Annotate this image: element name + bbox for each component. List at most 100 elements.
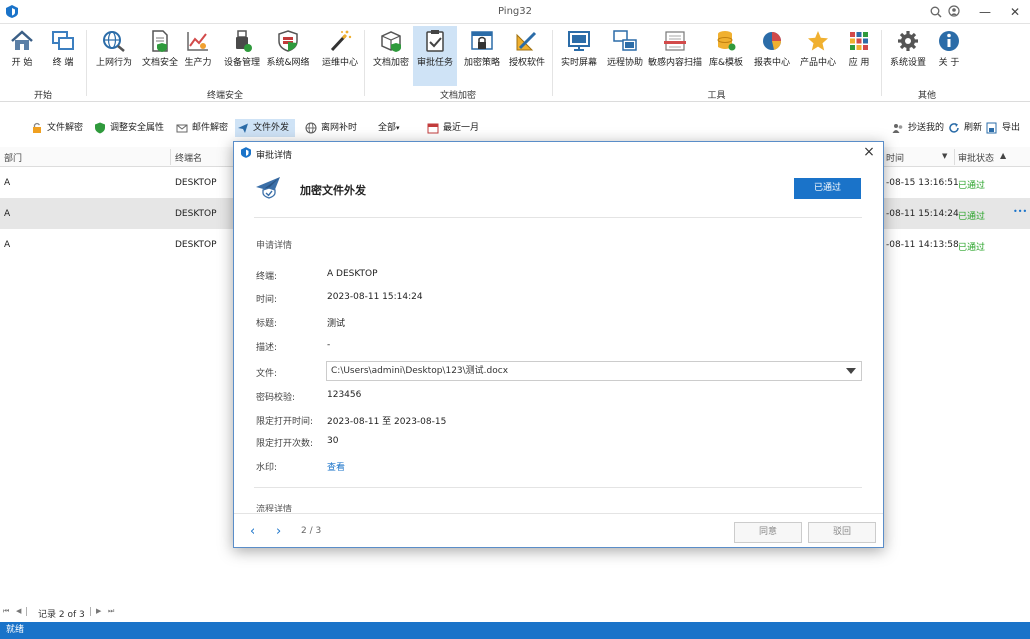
search-icon[interactable] [930, 6, 942, 18]
ribbon-about-button[interactable]: 关 于 [927, 28, 971, 78]
column-header-status[interactable]: 审批状态 [958, 151, 994, 164]
send-icon [238, 123, 248, 133]
first-page-icon[interactable]: ⏮ [3, 607, 9, 616]
people-icon [892, 124, 903, 133]
dialog-close-button[interactable]: × [860, 144, 878, 160]
shield-icon [95, 122, 105, 134]
star-icon [808, 31, 828, 51]
terminal-value: A DESKTOP [327, 269, 378, 279]
ribbon-internet-behavior-button[interactable]: 上网行为 [92, 28, 136, 78]
description-label: 描述: [256, 343, 278, 353]
time-value: 2023-08-11 15:14:24 [327, 292, 423, 302]
file-decrypt-tab[interactable]: 文件解密 [29, 119, 83, 137]
status-text: 就绪 [6, 625, 25, 635]
info-icon [939, 31, 959, 51]
ribbon-document-encryption-button[interactable]: 文档加密 [369, 28, 413, 78]
filter-all-dropdown[interactable]: 全部▾ [362, 119, 400, 137]
dialog-title: 审批详情 [256, 151, 293, 161]
ruler-pencil-icon [516, 31, 537, 51]
ribbon-live-screen-button[interactable]: 实时屏幕 [557, 28, 601, 78]
subject-value: 测试 [327, 319, 346, 329]
ribbon-approval-tasks-button[interactable]: 审批任务 [413, 26, 457, 86]
ribbon-operations-center-button[interactable]: 运维中心 [318, 28, 362, 78]
last-page-icon[interactable]: ⏭ [108, 607, 114, 616]
export-button[interactable]: 导出 [984, 119, 1020, 137]
minimize-button[interactable]: — [970, 0, 1000, 24]
column-header-terminal[interactable]: 终端名 [175, 151, 202, 164]
ribbon-authorized-software-button[interactable]: 授权软件 [505, 28, 549, 78]
ribbon-encryption-policy-button[interactable]: 加密策略 [460, 28, 504, 78]
mail-decrypt-tab[interactable]: 邮件解密 [174, 119, 228, 137]
open-time-label: 限定打开时间: [256, 417, 314, 427]
request-type-title: 加密文件外发 [300, 184, 366, 197]
ribbon-device-management-button[interactable]: 设备管理 [220, 28, 264, 78]
cell-time: -08-11 14:13:58 [886, 240, 959, 250]
date-range-picker[interactable]: 最近一月 [425, 119, 479, 137]
screen-icon [568, 31, 590, 51]
cc-me-button[interactable]: 抄送我的 [890, 119, 944, 137]
terminal-label: 终端: [256, 272, 278, 282]
cell-dept: A [4, 240, 11, 250]
ribbon-library-template-button[interactable]: 库&模板 [704, 28, 748, 78]
watermark-view-link[interactable]: 查看 [327, 460, 345, 473]
file-select[interactable]: C:\Users\admini\Desktop\123\测试.docx [326, 361, 862, 381]
mail-icon [176, 124, 188, 133]
divider [254, 487, 862, 488]
group-divider [364, 30, 365, 96]
offline-extension-tab[interactable]: 离网补时 [303, 119, 357, 137]
file-label: 文件: [256, 369, 278, 379]
row-more-button[interactable]: ••• [1013, 207, 1027, 216]
column-header-dept[interactable]: 部门 [4, 151, 22, 164]
monitor-icon [52, 31, 74, 50]
file-outbound-tab[interactable]: 文件外发 [235, 119, 296, 137]
ribbon-product-center-button[interactable]: 产品中心 [796, 28, 840, 78]
ribbon-sensitive-scan-button[interactable]: 敏感内容扫描 [647, 28, 703, 78]
pager: ⏮ ◀ | 记录 2 of 3 | ▶ ⏭ [0, 606, 240, 620]
ribbon-report-center-button[interactable]: 报表中心 [750, 28, 794, 78]
adjust-security-attr-tab[interactable]: 调整安全属性 [92, 119, 164, 137]
next-page-icon[interactable]: ▶ [96, 607, 101, 615]
prev-record-chevron-icon[interactable]: ‹ [250, 524, 255, 539]
ribbon-system-settings-button[interactable]: 系统设置 [886, 28, 930, 78]
flow-detail-section-title: 流程详情 [256, 505, 293, 512]
group-divider [881, 30, 882, 96]
reject-button[interactable]: 驳回 [808, 522, 876, 543]
pager-divider: | [25, 607, 29, 617]
password-label: 密码校验: [256, 393, 296, 403]
refresh-button[interactable]: 刷新 [946, 119, 982, 137]
record-page-indicator: 2 / 3 [301, 526, 322, 536]
calendar-icon [427, 123, 439, 134]
pager-record-text: 记录 2 of 3 [38, 610, 85, 620]
ribbon-system-network-button[interactable]: 系统&网络 [266, 28, 310, 78]
ribbon-remote-assist-button[interactable]: 远程协助 [603, 28, 647, 78]
column-header-time[interactable]: 时间 [886, 151, 904, 164]
group-divider [86, 30, 87, 96]
ribbon-productivity-button[interactable]: 生产力 [176, 28, 220, 78]
group-divider [552, 30, 553, 96]
usb-icon [236, 30, 252, 52]
approve-button[interactable]: 同意 [734, 522, 802, 543]
window-title: Ping32 [498, 6, 532, 17]
open-count-value: 30 [327, 436, 339, 446]
dropdown-arrow-icon [846, 368, 856, 374]
next-record-chevron-icon[interactable]: › [276, 524, 281, 539]
column-divider[interactable] [954, 149, 955, 165]
sort-desc-icon[interactable]: ▼ [942, 152, 947, 160]
dialog-logo-icon [241, 147, 251, 158]
prev-page-icon[interactable]: ◀ [16, 607, 21, 615]
column-divider[interactable] [170, 149, 171, 165]
cell-terminal: DESKTOP [175, 209, 217, 219]
close-window-button[interactable]: ✕ [1000, 0, 1030, 24]
status-bar: 就绪 [0, 622, 1030, 639]
export-icon [986, 122, 997, 134]
cell-terminal: DESKTOP [175, 178, 217, 188]
magic-wand-icon [330, 30, 352, 52]
user-icon[interactable] [948, 5, 960, 18]
refresh-icon [949, 123, 959, 133]
time-label: 时间: [256, 295, 278, 305]
ribbon-apps-button[interactable]: 应 用 [837, 28, 881, 78]
divider [254, 217, 862, 218]
ribbon-terminal-button[interactable]: 终 端 [41, 28, 85, 78]
sort-asc-icon[interactable]: ▲ [1000, 151, 1006, 160]
ribbon-start-button[interactable]: 开 始 [0, 28, 44, 78]
